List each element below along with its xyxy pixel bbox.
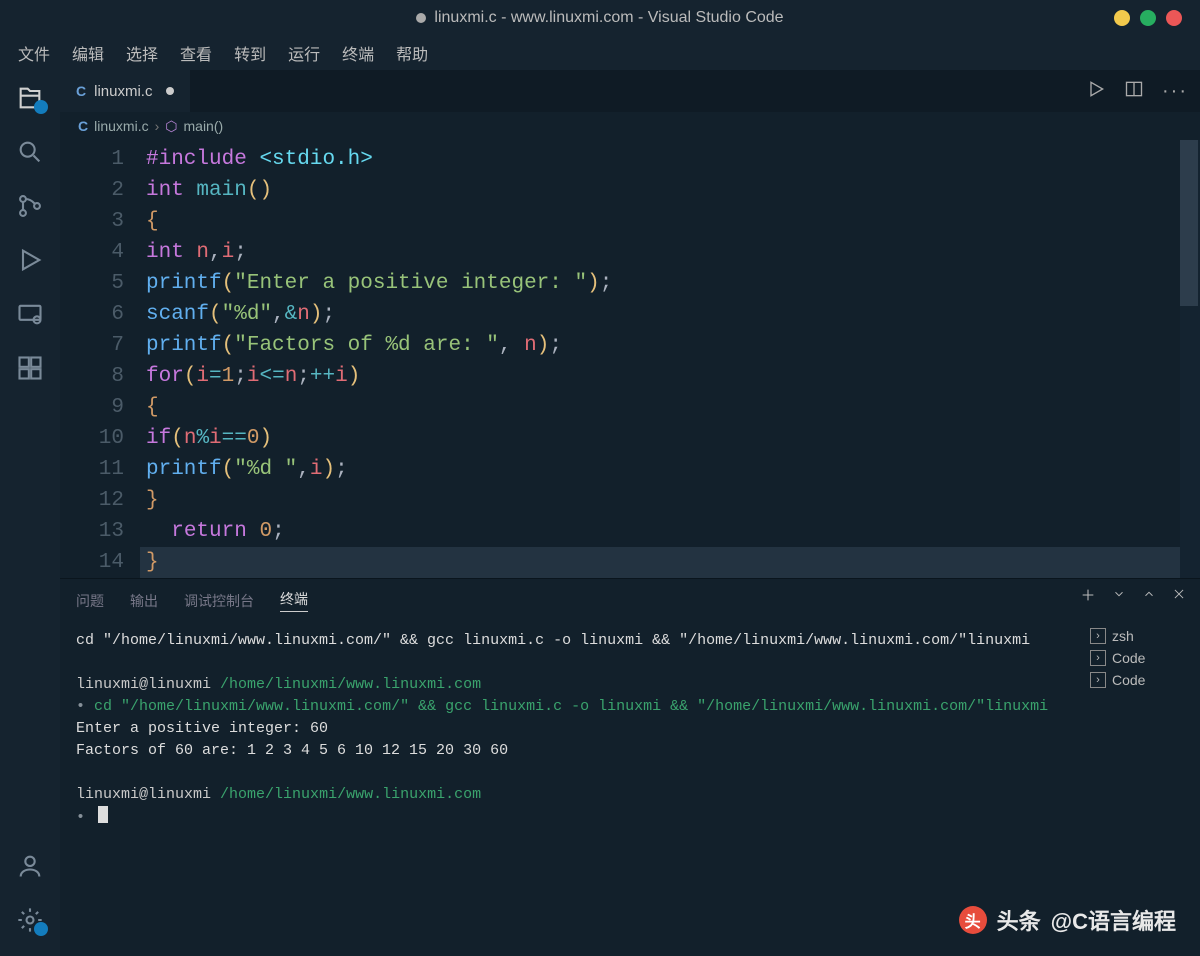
terminal-line: • cd "/home/linuxmi/www.linuxmi.com/" &&… [76,696,1064,718]
chevron-right-icon: › [155,118,160,134]
code-line[interactable]: #include <stdio.h> [146,144,1180,175]
split-editor-icon[interactable] [1124,79,1144,104]
language-icon: C [76,83,86,99]
code-line[interactable]: int n,i; [146,237,1180,268]
maximize-panel-icon[interactable] [1142,587,1156,608]
tab-filename: linuxmi.c [94,83,152,100]
breadcrumb-symbol: main() [184,118,224,134]
settings-gear-icon[interactable] [12,902,48,938]
menu-run[interactable]: 运行 [288,41,320,65]
terminal-line: cd "/home/linuxmi/www.linuxmi.com/" && g… [76,630,1064,652]
code-line[interactable]: int main() [146,175,1180,206]
terminal[interactable]: cd "/home/linuxmi/www.linuxmi.com/" && g… [60,618,1080,956]
modified-dot-icon [166,87,174,95]
menu-file[interactable]: 文件 [18,41,50,65]
settings-badge [34,922,48,936]
watermark-author: @C语言编程 [1051,904,1176,936]
code-line[interactable]: for(i=1;i<=n;++i) [146,361,1180,392]
panel-tab-debug-console[interactable]: 调试控制台 [184,591,254,611]
panel-tab-output[interactable]: 输出 [130,591,158,611]
explorer-badge [34,100,48,114]
account-icon[interactable] [12,848,48,884]
terminal-session-code-2[interactable]: ›Code [1090,672,1192,688]
breadcrumb-file: linuxmi.c [94,118,148,134]
watermark: 头 头条 @C语言编程 [959,904,1176,936]
menu-bar: 文件 编辑 选择 查看 转到 运行 终端 帮助 [0,36,1200,70]
menu-go[interactable]: 转到 [234,41,266,65]
panel-tab-terminal[interactable]: 终端 [280,589,308,612]
code-line[interactable]: scanf("%d",&n); [146,299,1180,330]
code-line[interactable]: printf("%d ",i); [146,454,1180,485]
code-line[interactable]: if(n%i==0) [146,423,1180,454]
code-line[interactable]: printf("Factors of %d are: ", n); [146,330,1180,361]
close-panel-icon[interactable] [1172,587,1186,608]
terminal-line: linuxmi@linuxmi /home/linuxmi/www.linuxm… [76,674,1064,696]
terminal-line [76,762,1064,784]
title-bar: linuxmi.c - www.linuxmi.com - Visual Stu… [0,0,1200,36]
terminal-dropdown-icon[interactable] [1112,587,1126,608]
remote-icon[interactable] [12,296,48,332]
panel-tab-problems[interactable]: 问题 [76,591,104,611]
breadcrumb[interactable]: C linuxmi.c › ⬡ main() [60,112,1200,140]
terminal-session-zsh[interactable]: ›zsh [1090,628,1192,644]
minimize-button[interactable] [1114,10,1130,26]
menu-help[interactable]: 帮助 [396,41,428,65]
symbol-method-icon: ⬡ [165,118,177,135]
toutiao-logo-icon: 头 [959,906,987,934]
terminal-line [76,652,1064,674]
window-controls [1114,10,1182,26]
code-line[interactable]: } [146,485,1180,516]
search-icon[interactable] [12,134,48,170]
code-line[interactable]: return 0; [146,516,1180,547]
code-editor[interactable]: 1234567891011121314 #include <stdio.h>in… [60,140,1200,578]
maximize-button[interactable] [1140,10,1156,26]
watermark-source: 头条 [997,904,1041,936]
modified-indicator-icon [416,13,426,23]
terminal-line: linuxmi@linuxmi /home/linuxmi/www.linuxm… [76,784,1064,806]
terminal-line: Factors of 60 are: 1 2 3 4 5 6 10 12 15 … [76,740,1064,762]
minimap[interactable] [1180,140,1200,578]
terminal-line: Enter a positive integer: 60 [76,718,1064,740]
menu-selection[interactable]: 选择 [126,41,158,65]
breadcrumb-lang-icon: C [78,118,88,134]
line-gutter: 1234567891011121314 [60,144,146,578]
menu-view[interactable]: 查看 [180,41,212,65]
more-actions-icon[interactable]: ··· [1162,80,1188,103]
close-button[interactable] [1166,10,1182,26]
menu-terminal[interactable]: 终端 [342,41,374,65]
code-line[interactable]: printf("Enter a positive integer: "); [146,268,1180,299]
new-terminal-icon[interactable] [1080,587,1096,608]
panel-tabs: 问题 输出 调试控制台 终端 [60,579,1200,618]
activity-bar [0,70,60,956]
explorer-icon[interactable] [12,80,48,116]
run-file-icon[interactable] [1086,79,1106,104]
source-control-icon[interactable] [12,188,48,224]
minimap-thumb[interactable] [1180,140,1198,306]
tab-linuxmi-c[interactable]: C linuxmi.c [60,70,190,112]
terminal-line: • [76,806,1064,829]
code-line[interactable]: { [146,392,1180,423]
editor-tabs: C linuxmi.c ··· [60,70,1200,112]
terminal-session-code-1[interactable]: ›Code [1090,650,1192,666]
run-debug-icon[interactable] [12,242,48,278]
menu-edit[interactable]: 编辑 [72,41,104,65]
bottom-panel: 问题 输出 调试控制台 终端 [60,578,1200,956]
code-line[interactable]: { [146,206,1180,237]
extensions-icon[interactable] [12,350,48,386]
window-title: linuxmi.c - www.linuxmi.com - Visual Stu… [434,9,783,27]
